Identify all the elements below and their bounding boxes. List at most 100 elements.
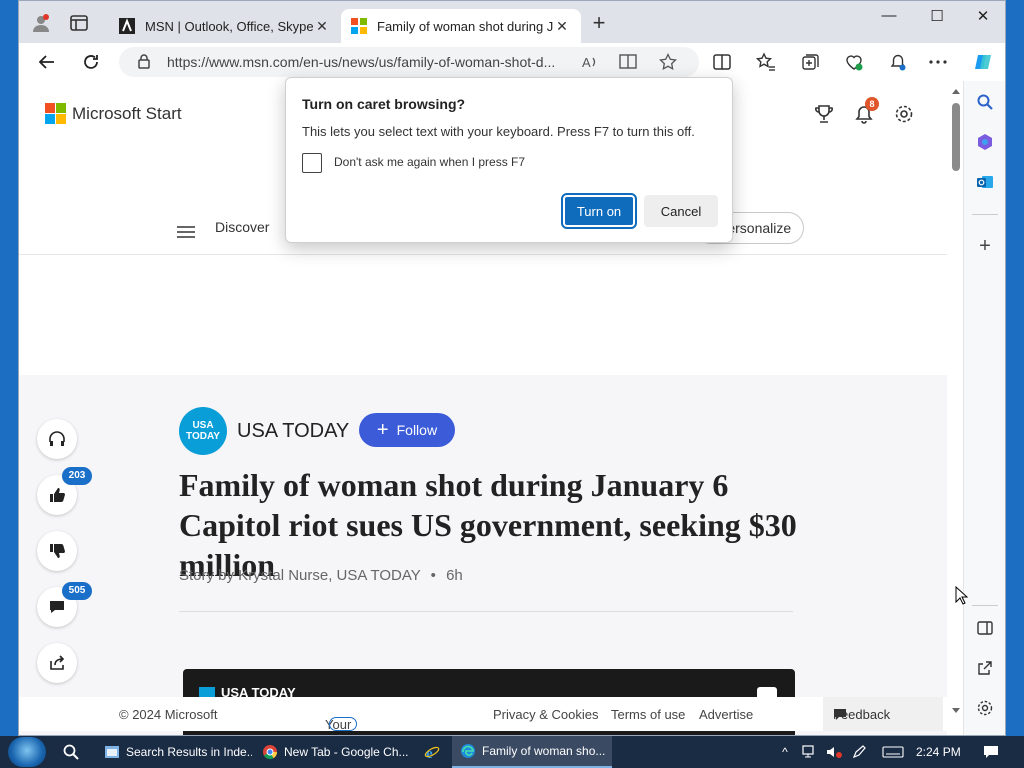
- dislike-button[interactable]: [37, 531, 77, 571]
- internet-explorer-icon: e: [424, 746, 440, 760]
- close-window-icon[interactable]: ✕: [961, 7, 1005, 29]
- settings-gear-icon[interactable]: [891, 101, 917, 127]
- sidebar-divider: [972, 214, 998, 215]
- advertise-link[interactable]: Advertise: [699, 707, 753, 722]
- headphones-icon: [49, 431, 65, 446]
- sidebar-panel-icon[interactable]: [974, 617, 996, 639]
- add-sidebar-app-icon[interactable]: +: [974, 235, 996, 257]
- tab-article[interactable]: Family of woman shot during January 6 Ca…: [341, 9, 581, 43]
- scroll-up-icon[interactable]: [951, 87, 961, 95]
- split-screen-icon[interactable]: [711, 51, 733, 73]
- close-tab-icon[interactable]: ✕: [553, 18, 571, 35]
- microsoft-start-logo[interactable]: Microsoft Start: [45, 103, 182, 124]
- close-tab-icon[interactable]: ✕: [313, 18, 331, 35]
- start-button[interactable]: [8, 737, 46, 767]
- favorite-star-icon[interactable]: [659, 53, 677, 71]
- mouse-cursor-icon: [955, 586, 969, 605]
- listen-headphones-button[interactable]: [37, 419, 77, 459]
- keyboard-icon[interactable]: [880, 744, 906, 760]
- taskbar-search-icon[interactable]: [62, 743, 80, 766]
- address-toolbar: https://www.msn.com/en-us/news/us/family…: [19, 43, 1005, 81]
- tab-title: MSN | Outlook, Office, Skype, Bing: [145, 18, 313, 34]
- action-center-icon[interactable]: [980, 744, 1002, 760]
- scroll-down-icon[interactable]: [951, 707, 961, 715]
- notifications-bell-icon[interactable]: [887, 51, 909, 73]
- tab-actions-icon[interactable]: [69, 13, 89, 33]
- read-aloud-icon[interactable]: A: [581, 53, 599, 71]
- tab-msn[interactable]: MSN | Outlook, Office, Skype, Bing ✕: [109, 9, 341, 43]
- turn-on-button[interactable]: Turn on: [561, 193, 637, 229]
- favorites-icon[interactable]: [755, 51, 777, 73]
- share-icon: [50, 655, 65, 670]
- microsoft-logo-icon: [45, 103, 66, 124]
- copilot-hub-icon[interactable]: [974, 131, 996, 153]
- publisher-logo[interactable]: USA TODAY: [179, 407, 227, 455]
- divider: [179, 611, 793, 612]
- notification-badge: 8: [865, 97, 879, 111]
- volume-muted-icon[interactable]: [824, 744, 844, 760]
- pen-icon[interactable]: [850, 744, 870, 760]
- lock-icon[interactable]: [137, 53, 151, 69]
- network-icon[interactable]: [800, 744, 820, 760]
- thumbs-up-icon: [50, 488, 65, 502]
- terms-link[interactable]: Terms of use: [611, 707, 685, 722]
- microsoft-favicon-icon: [351, 18, 367, 34]
- external-open-icon[interactable]: [974, 657, 996, 679]
- taskbar-item-label: Search Results in Inde...: [126, 745, 252, 759]
- article-byline: Story by Krystal Nurse, USA TODAY • 6h: [179, 567, 463, 584]
- publisher-name[interactable]: USA TODAY: [237, 420, 349, 443]
- immersive-reader-icon[interactable]: [619, 53, 639, 71]
- privacy-cookies-link[interactable]: Privacy & Cookies: [493, 707, 598, 722]
- dialog-message: This lets you select text with your keyb…: [302, 124, 695, 139]
- byline-author: Story by Krystal Nurse, USA TODAY: [179, 567, 421, 584]
- dont-ask-checkbox[interactable]: [302, 153, 322, 173]
- profile-icon[interactable]: [31, 13, 51, 33]
- back-icon[interactable]: [35, 50, 59, 74]
- collections-icon[interactable]: [799, 51, 821, 73]
- copilot-icon[interactable]: [973, 51, 995, 73]
- thumbs-down-icon: [50, 544, 65, 558]
- maximize-icon[interactable]: ☐: [915, 7, 959, 29]
- nav-discover[interactable]: Discover: [215, 219, 269, 235]
- taskbar-item-search-results[interactable]: Search Results in Inde...: [96, 736, 252, 768]
- url-text[interactable]: https://www.msn.com/en-us/news/us/family…: [167, 54, 569, 70]
- trophy-icon[interactable]: [811, 101, 837, 127]
- tab-strip: MSN | Outlook, Office, Skype, Bing ✕ Fam…: [19, 1, 1005, 43]
- more-menu-icon[interactable]: [927, 51, 949, 73]
- msn-favicon-icon: [119, 18, 135, 34]
- copyright: © 2024 Microsoft: [119, 707, 218, 722]
- taskbar-item-ie[interactable]: e: [416, 736, 450, 768]
- clock[interactable]: 2:24 PM: [916, 745, 961, 759]
- outlook-icon[interactable]: [974, 171, 996, 193]
- scrollbar-thumb[interactable]: [952, 103, 960, 171]
- browser-essentials-icon[interactable]: [843, 51, 865, 73]
- follow-label: Follow: [396, 422, 438, 438]
- feedback-label: Feedback: [833, 707, 891, 722]
- minimize-icon[interactable]: —: [867, 7, 911, 29]
- tray-chevron-icon[interactable]: ^: [778, 744, 792, 760]
- taskbar-item-chrome[interactable]: New Tab - Google Ch...: [254, 736, 410, 768]
- share-button[interactable]: [37, 643, 77, 683]
- taskbar-item-edge[interactable]: Family of woman sho...: [452, 736, 612, 768]
- sidebar-settings-icon[interactable]: [974, 697, 996, 719]
- address-bar[interactable]: https://www.msn.com/en-us/news/us/family…: [119, 47, 699, 77]
- new-tab-icon[interactable]: +: [587, 12, 611, 36]
- article-age: 6h: [446, 567, 463, 584]
- like-count-badge: 203: [62, 467, 92, 485]
- byline-separator: •: [430, 567, 436, 584]
- tab-title: Family of woman shot during January 6 Ca…: [377, 18, 553, 34]
- follow-button[interactable]: + Follow: [359, 413, 455, 447]
- taskbar-item-label: Family of woman sho...: [482, 744, 606, 758]
- hamburger-menu-icon[interactable]: [177, 225, 195, 239]
- dont-ask-label[interactable]: Don't ask me again when I press F7: [334, 155, 525, 169]
- page-footer: © 2024 Microsoft Your Privacy Choices Pr…: [19, 697, 947, 735]
- refresh-icon[interactable]: [79, 50, 103, 74]
- feedback-button[interactable]: Feedback: [823, 697, 943, 731]
- browser-window: MSN | Outlook, Office, Skype, Bing ✕ Fam…: [18, 0, 1006, 736]
- article-section: USA TODAY USA TODAY + Follow Family of w…: [19, 375, 947, 735]
- search-icon[interactable]: [974, 91, 996, 113]
- page-notifications-icon[interactable]: 8: [851, 97, 879, 127]
- taskbar: Search Results in Inde... New Tab - Goog…: [0, 736, 1024, 768]
- cancel-button[interactable]: Cancel: [644, 195, 718, 227]
- edge-icon: [461, 744, 475, 758]
